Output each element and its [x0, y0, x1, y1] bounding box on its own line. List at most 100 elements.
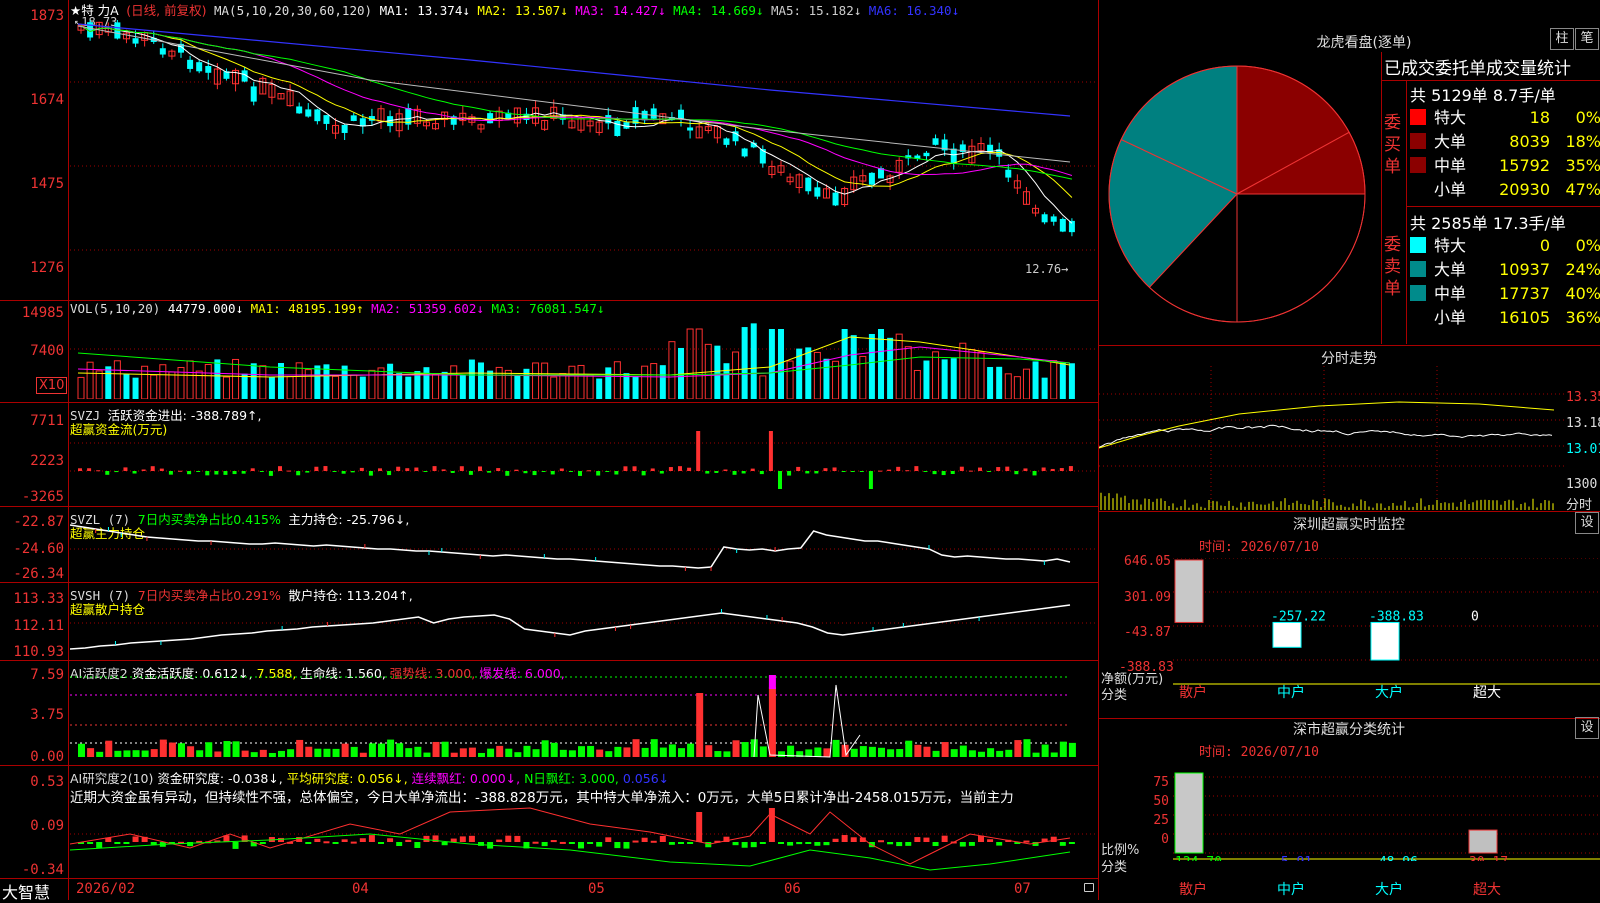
activity-bar — [314, 748, 322, 757]
activity-bar — [187, 746, 195, 757]
flow-bar — [996, 467, 1001, 471]
volume-panel[interactable]: 14985 7400 X10 VOL(5,10,20) 44779.000↓ M… — [0, 301, 1098, 403]
research-bar — [996, 842, 1003, 846]
svzl-panel[interactable]: -22.87 -24.60 -26.34 SVZL (7) 7日内买卖净占比0.… — [0, 507, 1098, 583]
activity-bar — [532, 749, 540, 757]
volume-bar — [150, 374, 158, 399]
activity-bar — [341, 743, 349, 757]
research-bar — [514, 835, 521, 842]
volume-bar — [432, 373, 440, 399]
candle-body — [250, 86, 257, 102]
flow-bar — [114, 471, 119, 473]
svzl-axis-label: -24.60 — [13, 541, 64, 557]
svzl-chart[interactable] — [70, 519, 1098, 581]
activity-bar — [78, 743, 85, 757]
research-bar — [459, 836, 466, 842]
tick-mode-button[interactable]: 笔 — [1575, 28, 1599, 50]
classify-category: 中户 — [1277, 882, 1305, 898]
svzj-axis-label: 2223 — [30, 453, 64, 469]
bar-mode-button[interactable]: 柱 — [1550, 28, 1574, 50]
activity-bar — [887, 749, 895, 757]
ai-research-chart[interactable] — [70, 804, 1098, 878]
intraday-panel[interactable]: 分时走势 13.35 13.18 13.01 1300 分时 — [1099, 346, 1600, 513]
volume-bar — [1032, 361, 1039, 399]
activity-bar — [587, 745, 595, 757]
ai2-research: 资金研究度: -0.038↓, — [157, 771, 283, 786]
activity-bar — [223, 741, 231, 757]
flow-bar — [323, 466, 328, 471]
flow-bar — [723, 469, 728, 471]
ai-activity-chart[interactable] — [70, 675, 1098, 765]
volume-bar — [1050, 360, 1058, 399]
activity-bar — [150, 749, 158, 757]
monitor-settings-button[interactable]: 设 — [1575, 512, 1599, 534]
ai-activity-panel[interactable]: 7.59 3.75 0.00 AI活跃度2 资金活跃度: 0.612↓, 7.5… — [0, 661, 1098, 766]
volume-bar — [478, 362, 484, 399]
intraday-vol-axis: 1300 — [1566, 477, 1598, 492]
svsh-panel[interactable]: 113.33 112.11 110.93 SVSH (7) 7日内买卖净占比0.… — [0, 583, 1098, 661]
flow-bar — [832, 467, 837, 471]
vol-axis-label: 14985 — [21, 305, 64, 321]
ai-research-panel[interactable]: 0.53 0.09 -0.34 AI研究度2(10) 资金研究度: -0.038… — [0, 766, 1098, 879]
flow-bar — [959, 466, 964, 471]
svzj-panel[interactable]: 7711 2223 -3265 SVZJ 活跃资金进出: -388.789↑, … — [0, 403, 1098, 507]
volume-bar — [577, 364, 585, 399]
volume-bar — [1022, 368, 1030, 399]
volume-chart[interactable] — [70, 317, 1098, 399]
flow-bar — [1050, 468, 1055, 471]
row-name: 大单 — [1434, 132, 1467, 151]
research-bar — [805, 842, 812, 844]
buy-row: 小单 20930 47% — [1410, 178, 1600, 202]
flow-bar — [587, 470, 592, 472]
lhb-title: 龙虎看盘(逐单) — [1316, 35, 1412, 51]
classify-settings-button[interactable]: 设 — [1575, 717, 1599, 739]
activity-bar — [923, 746, 931, 757]
volume-bar — [359, 376, 366, 399]
candle-body — [650, 108, 657, 119]
monitor-bar — [1174, 559, 1204, 623]
classify-chart[interactable]: 124.70 -5.91 -48.96 30.17 — [1173, 763, 1600, 861]
monitor-panel[interactable]: 深圳超赢实时监控 设 时间: 2026/07/10 646.05 301.09 … — [1099, 512, 1600, 719]
volume-bar — [387, 363, 394, 399]
classify-bar — [1174, 772, 1204, 854]
row-name: 大单 — [1434, 260, 1467, 279]
monitor-chart[interactable]: 646.05 -257.22 -388.83 0 — [1173, 558, 1600, 686]
kline-chart[interactable] — [70, 20, 1098, 280]
classify-time: 时间: 2026/07/10 — [1199, 745, 1319, 760]
research-bar — [696, 812, 703, 842]
intraday-chart[interactable] — [1099, 366, 1564, 510]
activity-bar — [896, 749, 904, 757]
vol-ma1: MA1: 48195.199↑ — [250, 301, 364, 316]
flow-bar — [105, 471, 110, 475]
classify-panel[interactable]: 深市超赢分类统计 设 时间: 2026/07/10 75 50 25 0 比例%… — [1099, 717, 1600, 900]
buy-row: 特大 18 0% — [1410, 106, 1600, 130]
kline-title: ★特 力A (日线, 前复权) MA(5,10,20,30,60,120) MA… — [70, 0, 959, 19]
activity-bar — [768, 687, 776, 757]
activity-bar — [559, 749, 567, 757]
svzj-chart[interactable] — [70, 431, 1098, 505]
row-percent: 24% — [1565, 260, 1600, 279]
svsh-chart[interactable] — [70, 593, 1098, 659]
activity-bar — [478, 752, 485, 757]
volume-bar — [1041, 377, 1048, 399]
holding-line — [70, 604, 1071, 650]
flow-bar — [87, 468, 92, 471]
flow-bar — [787, 471, 792, 476]
period-label[interactable]: (日线, 前复权) — [126, 3, 206, 18]
candle-body — [187, 59, 194, 69]
candle-body — [296, 106, 303, 114]
volume-bar — [105, 366, 112, 399]
lock-icon[interactable] — [1084, 883, 1094, 892]
app-logo[interactable]: 大智慧 — [2, 879, 50, 903]
activity-bar — [605, 751, 613, 757]
research-bar — [650, 840, 657, 843]
lhb-table-title: 已成交委托单成交量统计 — [1384, 59, 1571, 79]
ai2-axis-label: 0.53 — [30, 774, 64, 790]
monitor-category: 散户 — [1179, 685, 1207, 701]
date-label: 04 — [352, 881, 369, 897]
kline-panel[interactable]: 1873 1674 1475 1276 ★特 力A (日线, 前复权) MA(5… — [0, 0, 1098, 301]
volume-bar — [541, 362, 549, 399]
flow-bar — [705, 471, 710, 474]
monitor-time: 时间: 2026/07/10 — [1199, 540, 1319, 555]
research-bar — [941, 835, 948, 842]
